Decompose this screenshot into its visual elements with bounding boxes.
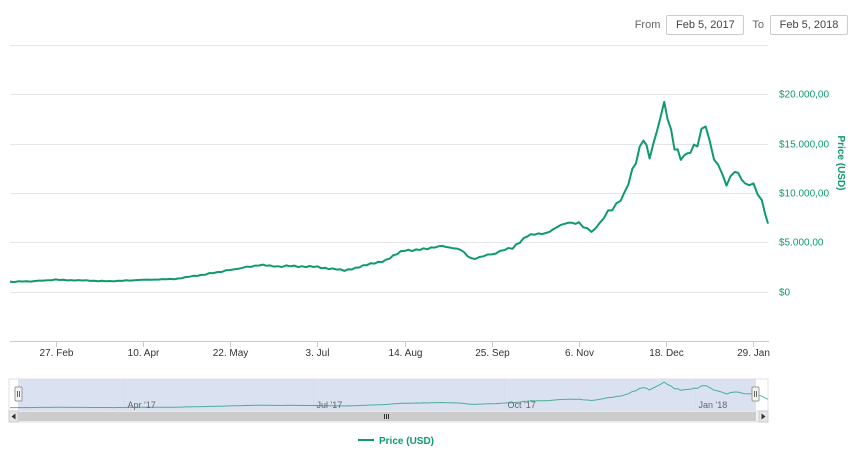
navigator-label: Apr '17 (128, 400, 156, 410)
scrollbar[interactable] (8, 410, 769, 423)
legend-item-price[interactable]: Price (USD) (379, 436, 434, 447)
navigator: Apr '17 Jul '17 Oct '17 Jan '18 (8, 378, 769, 412)
x-tick-label: 29. Jan (737, 348, 770, 359)
navigator-label: Jan '18 (699, 400, 728, 410)
x-tick-label: 22. May (213, 348, 249, 359)
navigator-label: Oct '17 (508, 400, 536, 410)
scrollbar-right-button[interactable] (758, 410, 769, 423)
navigator-handle-left[interactable] (14, 386, 23, 402)
grid (10, 45, 768, 293)
navigator-label: Jul '17 (317, 400, 343, 410)
legend[interactable]: Price (USD) (358, 436, 434, 447)
x-tick-label: 27. Feb (40, 348, 74, 359)
x-tick-label: 18. Dec (649, 348, 683, 359)
x-tick-label: 3. Jul (306, 348, 330, 359)
y-tick-label: $10.000,00 (779, 189, 829, 200)
navigator-handle-right[interactable] (751, 386, 760, 402)
y-tick-label: $0 (779, 288, 791, 299)
price-chart: 27. Feb 10. Apr 22. May 3. Jul 14. Aug 25. Se… (8, 45, 846, 447)
y-axis: $0 $5.000,00 $10.000,00 $15.000,00 $20.000,0… (779, 90, 829, 299)
y-axis-title: Price (USD) (835, 135, 846, 190)
y-tick-label: $5.000,00 (779, 238, 824, 249)
x-tick-label: 25. Sep (475, 348, 510, 359)
scrollbar-left-button[interactable] (8, 410, 19, 423)
x-tick-label: 14. Aug (389, 348, 423, 359)
series-line-price (9, 100, 769, 284)
y-tick-label: $20.000,00 (779, 90, 829, 101)
y-tick-label: $15.000,00 (779, 140, 829, 151)
x-axis: 27. Feb 10. Apr 22. May 3. Jul 14. Aug 25. Se… (40, 341, 770, 359)
x-tick-label: 10. Apr (128, 348, 160, 359)
x-tick-label: 6. Nov (565, 348, 594, 359)
